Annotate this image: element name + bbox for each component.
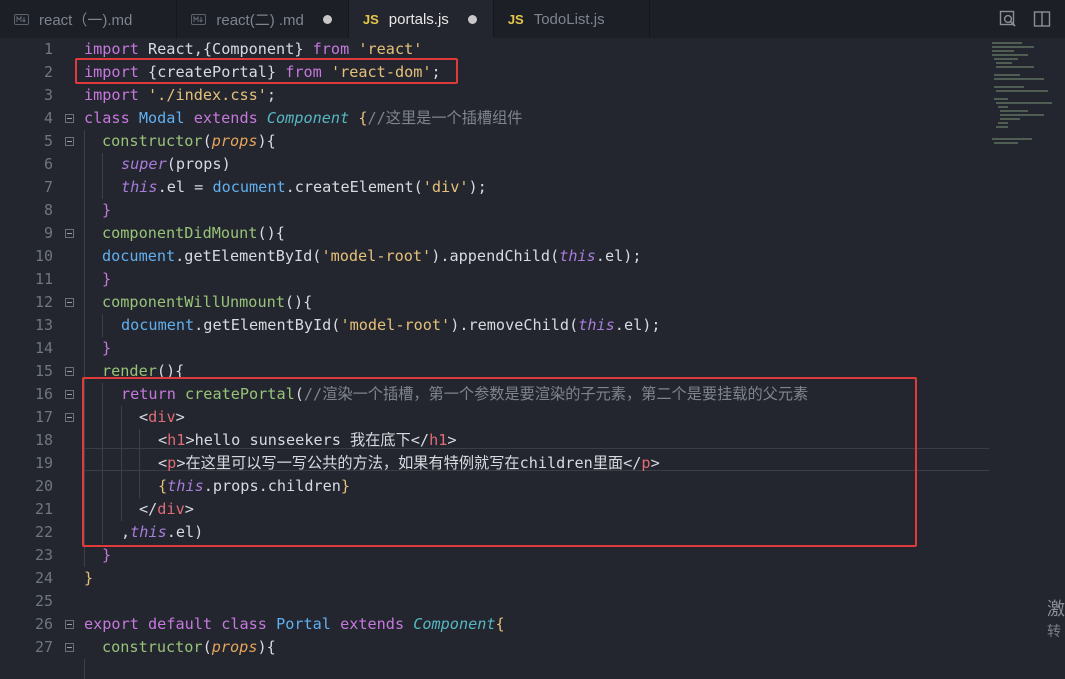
- tab-label: TodoList.js: [533, 10, 605, 28]
- watermark: 激 转: [1047, 598, 1065, 642]
- fold-toggle-icon[interactable]: [65, 367, 74, 376]
- line-number: 8: [43, 201, 53, 219]
- javascript-icon: JS: [507, 11, 524, 27]
- fold-toggle-icon[interactable]: [65, 413, 74, 422]
- markdown-icon: [14, 13, 29, 25]
- code-editor-window: react（一).md react(二) .md JS portals.js J…: [0, 0, 1065, 679]
- tab-react-2-md[interactable]: react(二) .md: [177, 0, 349, 38]
- line-number: 7: [43, 178, 53, 196]
- annotation-box-create-portal: [82, 377, 917, 547]
- line-number: 1: [43, 40, 53, 58]
- code-line-24: }: [84, 569, 94, 587]
- code-line-4: class Modal extends Component {//这里是一个插槽…: [84, 109, 523, 127]
- line-number: 25: [34, 592, 53, 610]
- code-line-13: document.getElementById('model-root').re…: [121, 316, 661, 334]
- watermark-line: 转: [1047, 623, 1061, 639]
- line-number: 19: [34, 454, 53, 472]
- line-number: 22: [34, 523, 53, 541]
- split-editor-icon[interactable]: [1033, 10, 1051, 28]
- code-line-6: super(props): [121, 155, 231, 173]
- indent-guide: [84, 659, 85, 679]
- tab-react-1-md[interactable]: react（一).md: [0, 0, 178, 38]
- code-line-7: this.el = document.createElement('div');: [121, 178, 487, 196]
- code-line-26: export default class Portal extends Comp…: [84, 615, 505, 633]
- code-line-14: }: [102, 339, 112, 357]
- editor-actions: [999, 0, 1065, 38]
- fold-toggle-icon[interactable]: [65, 620, 74, 629]
- line-number: 14: [34, 339, 53, 357]
- line-number: 21: [34, 500, 53, 518]
- line-number: 15: [34, 362, 53, 380]
- code-line-23: }: [102, 546, 112, 564]
- line-number: 26: [34, 615, 53, 633]
- tab-label: react（一).md: [39, 11, 133, 29]
- line-number: 10: [34, 247, 53, 265]
- line-number: 16: [34, 385, 53, 403]
- line-number: 9: [43, 224, 53, 242]
- line-number: 12: [34, 293, 53, 311]
- line-number: 23: [34, 546, 53, 564]
- line-number: 2: [43, 63, 53, 81]
- indent-guide: [102, 153, 103, 199]
- code-line-3: import './index.css';: [84, 86, 277, 104]
- line-number: 3: [43, 86, 53, 104]
- line-number: 5: [43, 132, 53, 150]
- watermark-line: 激: [1047, 599, 1065, 619]
- unsaved-dot-icon[interactable]: [322, 15, 334, 24]
- tab-label: portals.js: [388, 10, 449, 28]
- fold-toggle-icon[interactable]: [65, 137, 74, 146]
- code-line-8: }: [102, 201, 112, 219]
- code-line-5: constructor(props){: [102, 132, 276, 150]
- line-number: 4: [43, 109, 53, 127]
- code-line-12: componentWillUnmount(){: [102, 293, 313, 311]
- line-number: 11: [34, 270, 53, 288]
- fold-toggle-icon[interactable]: [65, 643, 74, 652]
- markdown-icon: [191, 13, 207, 25]
- line-number: 20: [34, 477, 53, 495]
- line-number: 18: [34, 431, 53, 449]
- unsaved-dot-icon[interactable]: [467, 15, 479, 24]
- line-number: 24: [34, 569, 53, 587]
- code-line-9: componentDidMount(){: [102, 224, 285, 242]
- minimap[interactable]: [988, 38, 1065, 158]
- editor-area[interactable]: 1 2 3 4 5 6 7 8 9 10 11 12 13 14 15 16 1…: [0, 38, 1065, 679]
- tab-portals-js[interactable]: JS portals.js: [348, 0, 494, 38]
- fold-toggle-icon[interactable]: [65, 114, 74, 123]
- code-line-10: document.getElementById('model-root').ap…: [102, 247, 642, 265]
- tab-bar: react（一).md react(二) .md JS portals.js J…: [0, 0, 1065, 38]
- fold-toggle-icon[interactable]: [65, 229, 74, 238]
- indent-guide: [102, 314, 103, 337]
- tab-todolist-js[interactable]: JS TodoList.js: [494, 0, 650, 38]
- open-preview-icon[interactable]: [999, 10, 1017, 28]
- javascript-icon: JS: [362, 11, 379, 27]
- line-number: 6: [43, 155, 53, 173]
- line-number: 17: [34, 408, 53, 426]
- tab-label: react(二) .md: [216, 11, 304, 29]
- line-number: 13: [34, 316, 53, 334]
- annotation-box-import: [75, 58, 458, 84]
- code-line-11: }: [102, 270, 112, 288]
- fold-toggle-icon[interactable]: [65, 390, 74, 399]
- fold-toggle-icon[interactable]: [65, 298, 74, 307]
